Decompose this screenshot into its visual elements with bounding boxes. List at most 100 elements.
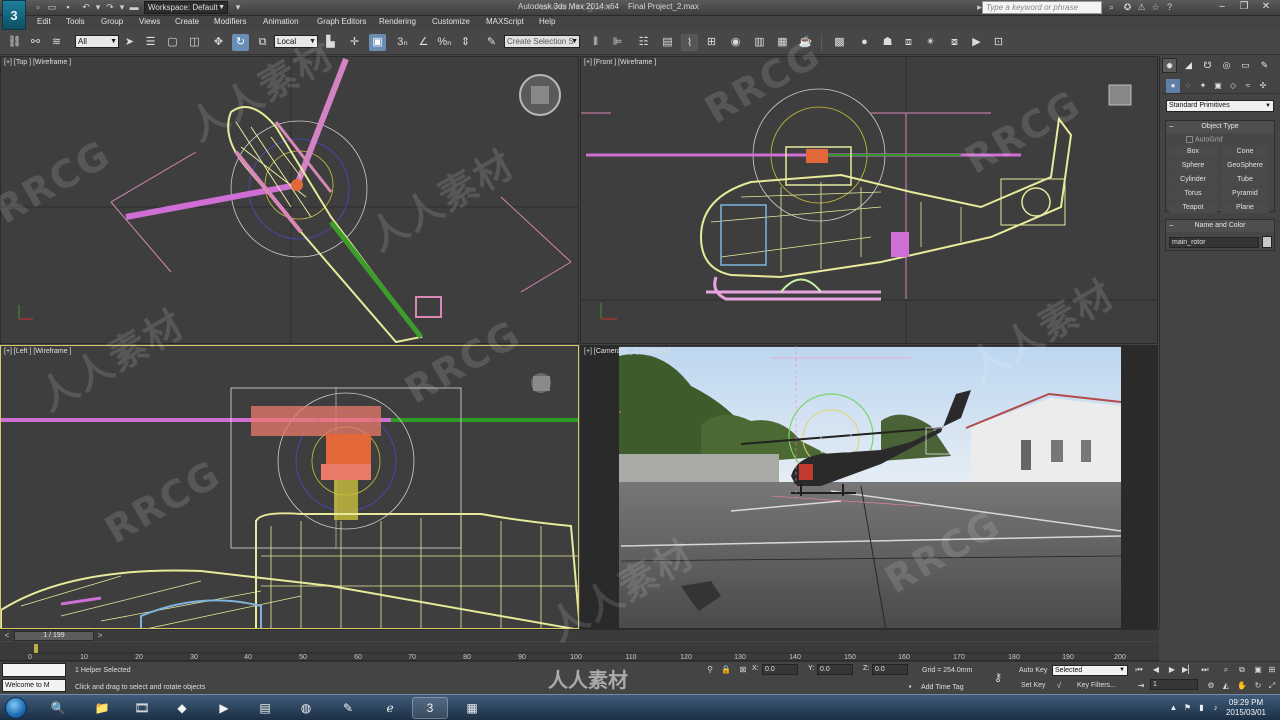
name-and-color-header[interactable]: − Name and Color <box>1166 220 1274 232</box>
torus-button[interactable]: Torus <box>1169 188 1217 200</box>
select-and-scale-icon[interactable]: ⧉ <box>254 34 271 51</box>
teapot-button[interactable]: Teapot <box>1169 202 1217 213</box>
clock-time[interactable]: 09:29 PM <box>1224 698 1268 707</box>
named-selection-dropdown[interactable]: Create Selection S ▼ <box>504 35 580 48</box>
set-key-button[interactable]: Set Key <box>1021 682 1046 689</box>
menu-modifiers[interactable]: Modifiers <box>214 17 246 26</box>
taskbar-folder-icon[interactable]: ▦ <box>454 697 490 719</box>
save-file-icon[interactable]: ▪ <box>62 2 74 13</box>
time-slider[interactable]: < 1 / 199 > <box>0 629 1159 641</box>
zoom-extents-all-icon[interactable]: ⊞ <box>1266 664 1278 676</box>
motion-tab-icon[interactable]: ◎ <box>1219 58 1234 73</box>
key-icon[interactable]: ⚷ <box>992 672 1004 684</box>
tray-volume-icon[interactable]: ♪ <box>1210 702 1221 713</box>
track-bar[interactable]: 0 10 20 30 40 50 60 70 80 90 100 110 120… <box>0 642 1159 661</box>
geosphere-button[interactable]: GeoSphere <box>1221 160 1269 172</box>
select-and-link-icon[interactable]: ⛓ <box>6 34 23 51</box>
window-crossing-icon[interactable]: ◫ <box>186 34 203 51</box>
favorites-icon[interactable]: ☆ <box>1149 1 1162 14</box>
field-of-view-icon[interactable]: ◭ <box>1220 680 1232 692</box>
lights-icon[interactable]: ✦ <box>1196 79 1210 93</box>
viewport-front-label[interactable]: [+] [Front ] [Wireframe ] <box>584 59 656 66</box>
taskbar-app-icon[interactable]: ◆ <box>164 697 200 719</box>
tray-flag-icon[interactable]: ⚑ <box>1182 702 1193 713</box>
cylinder-button[interactable]: Cylinder <box>1169 174 1217 186</box>
redo-dropdown-icon[interactable]: ▾ <box>116 2 128 13</box>
menu-rendering[interactable]: Rendering <box>379 17 416 26</box>
customize-toolbar-icon[interactable]: ▾ <box>232 2 244 13</box>
menu-customize[interactable]: Customize <box>432 17 470 26</box>
taskbar-notes-icon[interactable]: ▤ <box>247 697 283 719</box>
taskbar-chrome-icon[interactable]: ◍ <box>288 697 324 719</box>
edit-named-selection-icon[interactable]: ✎ <box>483 34 500 51</box>
project-folder-icon[interactable]: ▬ <box>128 2 140 13</box>
object-name-field[interactable]: main_rotor <box>1169 237 1259 248</box>
menu-edit[interactable]: Edit <box>37 17 51 26</box>
menu-animation[interactable]: Animation <box>263 17 299 26</box>
app-menu-icon[interactable]: 3 <box>2 0 26 30</box>
plane-button[interactable]: Plane <box>1221 202 1269 213</box>
utilities-tab-icon[interactable]: ✎ <box>1257 58 1272 73</box>
maxscript-listener[interactable]: Welcome to M <box>2 679 66 692</box>
cone-button[interactable]: Cone <box>1221 146 1269 158</box>
next-key-icon[interactable]: ▶▏ <box>1182 664 1194 676</box>
orbit-icon[interactable]: ↻ <box>1252 680 1264 692</box>
iray-render-icon[interactable]: ⊡ <box>990 34 1007 51</box>
material-editor-icon[interactable]: ◉ <box>727 34 744 51</box>
restore-icon[interactable]: ❐ <box>1236 0 1252 14</box>
layer-manager-icon[interactable]: ☷ <box>635 34 652 51</box>
percent-snap-icon[interactable]: %ₙ <box>436 34 453 51</box>
box-button[interactable]: Box <box>1169 146 1217 158</box>
select-by-name-icon[interactable]: ☰ <box>142 34 159 51</box>
taskbar-video-icon[interactable]: 🎞 <box>124 697 160 719</box>
zoom-all-icon[interactable]: ⧉ <box>1236 664 1248 676</box>
unlink-selection-icon[interactable]: ⚯ <box>27 34 44 51</box>
auto-key-button[interactable]: Auto Key <box>1019 667 1047 674</box>
rendered-frame-window-icon[interactable]: ▦ <box>774 34 791 51</box>
tube-button[interactable]: Tube <box>1221 174 1269 186</box>
viewport-left[interactable]: [+] [Left ] [Wireframe ] <box>0 345 579 629</box>
keyboard-shortcut-override-icon[interactable]: ▣ <box>369 34 386 51</box>
batch-render-icon[interactable]: ⧇ <box>946 34 963 51</box>
shapes-icon[interactable]: ◌ <box>1181 79 1195 93</box>
viewport-camera[interactable]: [+] [Camera01_2] [Realistic] <box>580 345 1158 629</box>
select-object-icon[interactable]: ➤ <box>121 34 138 51</box>
selection-filter-dropdown[interactable]: All ▼ <box>75 35 119 48</box>
workspace-dropdown[interactable]: Workspace: Default ▼ <box>144 1 228 14</box>
taskbar-search-icon[interactable]: 🔍 <box>40 697 76 719</box>
menu-help[interactable]: Help <box>539 17 555 26</box>
mirror-icon[interactable]: ⫴ <box>587 34 604 51</box>
next-frame-button[interactable]: > <box>94 631 106 641</box>
autogrid-checkbox[interactable]: AutoGrid <box>1186 136 1223 143</box>
close-icon[interactable]: ✕ <box>1258 0 1274 14</box>
geometry-icon[interactable]: ● <box>1166 79 1180 93</box>
rectangular-selection-icon[interactable]: ▢ <box>164 34 181 51</box>
viewport-top-label[interactable]: [+] [Top ] [Wireframe ] <box>4 59 71 66</box>
undo-dropdown-icon[interactable]: ▾ <box>92 2 104 13</box>
x-coordinate-field[interactable]: 0.0 <box>762 664 798 675</box>
time-slider-thumb[interactable]: 1 / 199 <box>14 631 94 641</box>
sphere-object-icon[interactable]: ● <box>856 34 873 51</box>
play-icon[interactable]: ▶ <box>1166 664 1178 676</box>
set-key-mode-icon[interactable]: √ <box>1053 680 1065 692</box>
particle-view-icon[interactable]: ✴ <box>922 34 939 51</box>
previous-key-icon[interactable]: ◀ <box>1150 664 1162 676</box>
space-warps-icon[interactable]: ≈ <box>1241 79 1255 93</box>
scene-explorer-icon[interactable]: ⧈ <box>900 34 917 51</box>
go-to-start-icon[interactable]: ⏮ <box>1133 664 1145 676</box>
menu-create[interactable]: Create <box>175 17 199 26</box>
menu-views[interactable]: Views <box>139 17 160 26</box>
time-configuration-icon[interactable]: ⚙ <box>1205 680 1217 692</box>
viewport-front[interactable]: [+] [Front ] [Wireframe ] <box>580 56 1158 344</box>
angle-snap-icon[interactable]: ∠ <box>415 34 432 51</box>
taskbar-explorer-icon[interactable]: 📁 <box>84 697 120 719</box>
helpers-icon[interactable]: ◇ <box>1226 79 1240 93</box>
zoom-extents-icon[interactable]: ▣ <box>1252 664 1264 676</box>
isolate-selection-icon[interactable]: ⚲ <box>704 664 716 676</box>
pan-view-icon[interactable]: ✋ <box>1236 680 1248 692</box>
taskbar-media-player-icon[interactable]: ▶ <box>206 697 242 719</box>
object-type-header[interactable]: − Object Type <box>1166 121 1274 133</box>
reference-coordinate-dropdown[interactable]: Local ▼ <box>274 35 318 48</box>
search-icon[interactable]: ⌕ <box>1105 1 1118 14</box>
hierarchy-tab-icon[interactable]: ☋ <box>1200 58 1215 73</box>
